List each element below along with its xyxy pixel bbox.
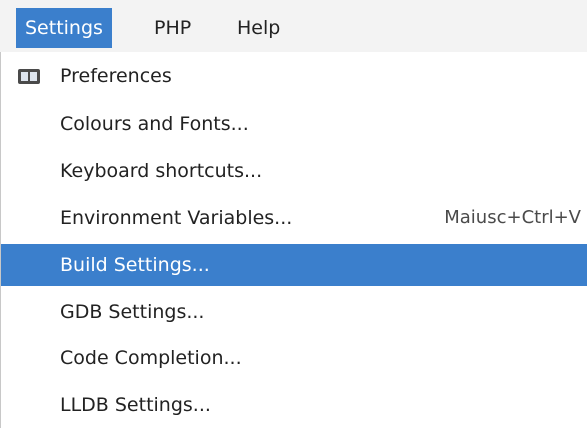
settings-dropdown-menu: Preferences Colours and Fonts... Keyboar… <box>0 52 587 428</box>
menu-help[interactable]: Help <box>228 8 289 48</box>
menu-item-label: Build Settings... <box>60 254 210 276</box>
menu-item-label: Code Completion... <box>60 347 242 369</box>
menu-item-label: Preferences <box>60 65 172 87</box>
menu-item-label: GDB Settings... <box>60 301 205 323</box>
menu-item-shortcut: Maiusc+Ctrl+V <box>444 207 581 228</box>
menu-item-keyboard-shortcuts[interactable]: Keyboard shortcuts... <box>1 150 587 192</box>
menu-item-lldb-settings[interactable]: LLDB Settings... <box>1 384 587 426</box>
menu-item-code-completion[interactable]: Code Completion... <box>1 337 587 379</box>
menu-bar: Settings PHP Help <box>0 0 587 52</box>
menu-item-label: Colours and Fonts... <box>60 113 249 135</box>
menu-item-colours-and-fonts[interactable]: Colours and Fonts... <box>1 103 587 145</box>
menu-item-label: Environment Variables... <box>60 207 293 229</box>
menu-item-preferences[interactable]: Preferences <box>1 55 587 97</box>
menu-item-gdb-settings[interactable]: GDB Settings... <box>1 291 587 333</box>
menu-item-build-settings[interactable]: Build Settings... <box>1 244 587 286</box>
menu-php[interactable]: PHP <box>145 8 200 48</box>
menu-item-label: LLDB Settings... <box>60 394 211 416</box>
menu-item-environment-variables[interactable]: Environment Variables... Maiusc+Ctrl+V <box>1 197 587 239</box>
menu-item-label: Keyboard shortcuts... <box>60 160 263 182</box>
menu-settings[interactable]: Settings <box>16 8 112 48</box>
preferences-icon <box>18 69 40 84</box>
